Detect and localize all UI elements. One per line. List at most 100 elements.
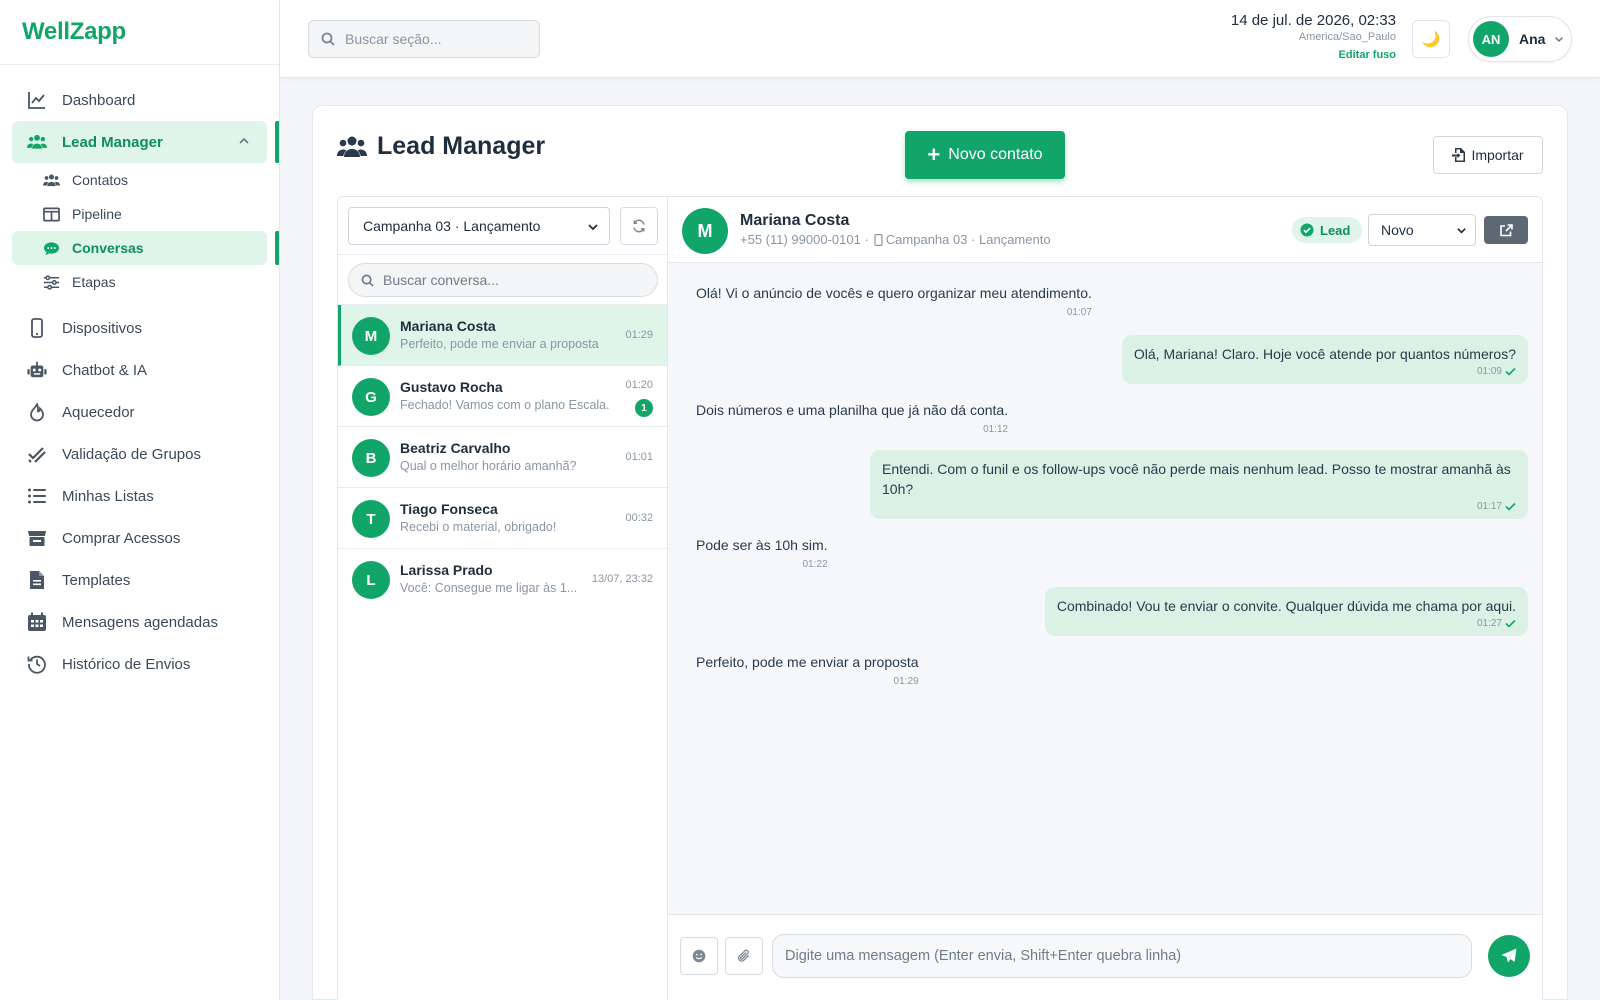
user-menu[interactable]: AN Ana: [1468, 16, 1572, 62]
sidebar-subitem-conversas[interactable]: Conversas: [12, 231, 279, 265]
campaign-select[interactable]: Campanha 03 · Lançamento: [348, 207, 610, 245]
message-time: 01:17: [1476, 501, 1502, 512]
message-time: 01:29: [893, 676, 919, 687]
sidebar-subitem-etapas[interactable]: Etapas: [0, 265, 279, 299]
paper-plane-icon: [1501, 948, 1517, 963]
sidebar-item-dispositivos[interactable]: Dispositivos: [0, 307, 279, 349]
calendar-icon: [26, 611, 48, 633]
plus-icon: +: [927, 142, 941, 167]
paperclip-icon: [738, 949, 749, 962]
sidebar-subitem-contatos[interactable]: Contatos: [0, 163, 279, 197]
conversation-preview: Você: Consegue me ligar às 1...: [400, 581, 578, 595]
history-icon: [26, 653, 48, 675]
section-search-input[interactable]: [345, 31, 525, 47]
sidebar-item-aquecedor[interactable]: Aquecedor: [0, 391, 279, 433]
check-circle-icon: [1300, 223, 1314, 237]
message-time: 01:09: [1476, 366, 1502, 377]
file-import-icon: [1452, 148, 1466, 162]
message-text: Entendi. Com o funil e os follow-ups voc…: [882, 461, 1511, 497]
chat-panel: M Mariana Costa +55 (11) 99000-0101 · Ca…: [668, 197, 1542, 1000]
import-button[interactable]: Importar: [1433, 136, 1543, 174]
columns-icon: [42, 205, 60, 223]
chevron-down-icon: [1555, 36, 1564, 43]
section-search[interactable]: [308, 20, 540, 58]
conversation-item-gustavo[interactable]: G Gustavo Rocha Fechado! Vamos com o pla…: [338, 366, 667, 427]
sidebar-item-comprar[interactable]: Comprar Acessos: [0, 517, 279, 559]
message-text: Olá! Vi o anúncio de vocês e quero organ…: [696, 285, 1092, 301]
conversation-name: Gustavo Rocha: [400, 379, 503, 395]
moon-icon: 🌙: [1421, 31, 1441, 48]
conversation-search[interactable]: [348, 263, 658, 297]
conversation-item-larissa[interactable]: L Larissa Prado Você: Consegue me ligar …: [338, 549, 667, 610]
mobile-icon: [874, 233, 883, 246]
store-icon: [26, 527, 48, 549]
contact-phone: +55 (11) 99000-0101 ·: [740, 232, 869, 247]
comments-icon: [42, 239, 60, 257]
conversation-item-mariana[interactable]: M Mariana Costa Perfeito, pode me enviar…: [338, 305, 667, 366]
sidebar-item-label: Chatbot & IA: [62, 361, 148, 379]
emoji-button[interactable]: [680, 937, 718, 975]
message-input[interactable]: [772, 934, 1472, 978]
send-button[interactable]: [1488, 935, 1530, 977]
chat-container: Campanha 03 · Lançamento M Mariana Costa…: [337, 196, 1543, 1000]
message-time: 01:22: [802, 559, 828, 570]
message-composer: [668, 914, 1542, 1000]
sidebar-item-agendadas[interactable]: Mensagens agendadas: [0, 601, 279, 643]
stage-select[interactable]: Novo: [1368, 214, 1476, 246]
sidebar-item-dashboard[interactable]: Dashboard: [0, 79, 279, 121]
conversation-name: Beatriz Carvalho: [400, 440, 511, 456]
message-text: Olá, Mariana! Claro. Hoje você atende po…: [1133, 346, 1516, 362]
theme-toggle-button[interactable]: 🌙: [1412, 20, 1450, 58]
chevron-down-icon: [1457, 228, 1466, 234]
lead-status-label: Lead: [1320, 222, 1351, 238]
message-incoming: Olá! Vi o anúncio de vocês e quero organ…: [696, 285, 1092, 318]
users-icon: [42, 171, 60, 189]
users-icon: [337, 136, 367, 157]
avatar: AN: [1473, 21, 1509, 57]
conversation-toolbar: Campanha 03 · Lançamento: [338, 197, 667, 255]
sidebar-item-lead-manager[interactable]: Lead Manager: [12, 121, 279, 163]
sidebar-item-listas[interactable]: Minhas Listas: [0, 475, 279, 517]
sidebar-item-label: Minhas Listas: [62, 487, 154, 505]
sidebar-item-validacao[interactable]: Validação de Grupos: [0, 433, 279, 475]
sidebar-subitem-pipeline[interactable]: Pipeline: [0, 197, 279, 231]
search-icon: [361, 274, 374, 287]
mobile-icon: [26, 317, 48, 339]
conversation-item-beatriz[interactable]: B Beatriz Carvalho Qual o melhor horário…: [338, 427, 667, 488]
emoji-icon: [692, 949, 706, 963]
conversation-search-input[interactable]: [383, 272, 643, 288]
check-double-icon: [26, 443, 48, 465]
conversation-preview: Qual o melhor horário amanhã?: [400, 459, 577, 473]
edit-timezone-link[interactable]: Editar fuso: [1231, 49, 1396, 61]
attach-button[interactable]: [725, 937, 763, 975]
conversation-time: 01:20: [625, 379, 653, 391]
conversation-time: 13/07, 23:32: [591, 573, 653, 585]
conversation-item-tiago[interactable]: T Tiago Fonseca Recebi o material, obrig…: [338, 488, 667, 549]
file-icon: [26, 569, 48, 591]
sidebar-subitem-label: Pipeline: [72, 206, 122, 222]
conversation-preview: Perfeito, pode me enviar a proposta: [400, 337, 599, 351]
brand-logo[interactable]: WellZapp: [0, 0, 279, 65]
chart-line-icon: [26, 89, 48, 111]
message-meta: 01:09: [1134, 366, 1516, 377]
open-external-button[interactable]: [1484, 216, 1528, 244]
chevron-up-icon[interactable]: [237, 134, 251, 148]
stage-select-value: Novo: [1381, 222, 1414, 238]
sidebar-item-label: Dispositivos: [62, 319, 143, 337]
contact-name: Mariana Costa: [740, 212, 850, 229]
refresh-button[interactable]: [620, 207, 658, 245]
lead-status-badge: Lead: [1292, 217, 1363, 243]
message-incoming: Pode ser às 10h sim. 01:22: [696, 537, 828, 570]
sidebar-item-templates[interactable]: Templates: [0, 559, 279, 601]
message-list: Olá! Vi o anúncio de vocês e quero organ…: [668, 263, 1542, 913]
sidebar-item-label: Histórico de Envios: [62, 655, 191, 673]
campaign-select-value: Campanha 03 · Lançamento: [363, 218, 541, 234]
new-contact-button[interactable]: + Novo contato: [905, 131, 1065, 179]
conversation-time: 00:32: [625, 512, 653, 524]
conversation-search-wrap: [338, 255, 667, 305]
conversation-name: Larissa Prado: [400, 562, 493, 578]
sidebar-item-historico[interactable]: Histórico de Envios: [0, 643, 279, 685]
sidebar-item-chatbot[interactable]: Chatbot & IA: [0, 349, 279, 391]
top-bar: 14 de jul. de 2026, 02:33 America/Sao_Pa…: [280, 0, 1600, 78]
sidebar-item-label: Comprar Acessos: [62, 529, 181, 547]
